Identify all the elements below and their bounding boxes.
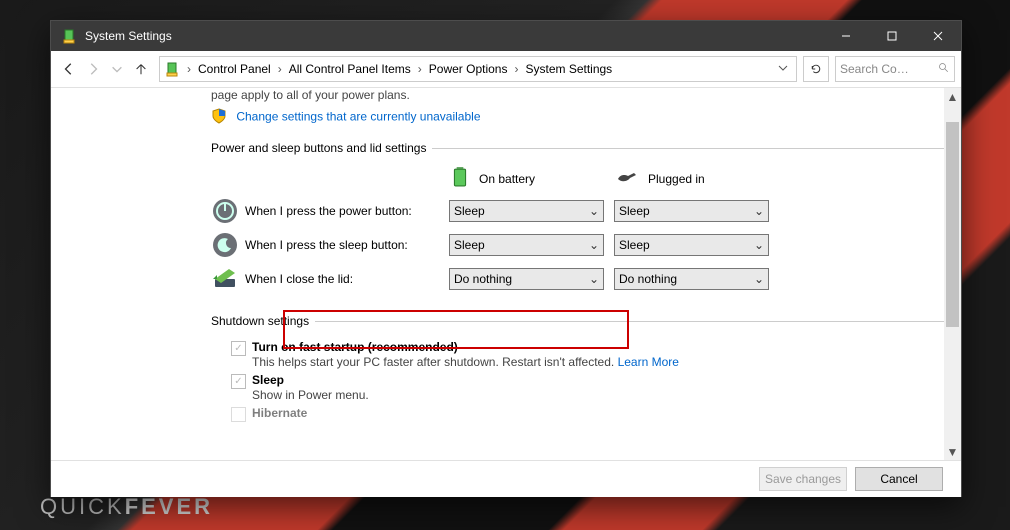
plugged-in-header: Plugged in — [616, 170, 781, 187]
dialog-footer: Save changes Cancel — [51, 460, 961, 497]
watermark-b: FEVER — [125, 494, 213, 519]
close-lid-plugged-select[interactable]: Do nothing⌄ — [614, 268, 769, 290]
content-area: page apply to all of your power plans. C… — [51, 88, 961, 460]
titlebar[interactable]: System Settings — [51, 21, 961, 51]
chevron-down-icon[interactable] — [778, 62, 792, 76]
plug-icon — [616, 170, 638, 187]
power-button-battery-select[interactable]: Sleep⌄ — [449, 200, 604, 222]
window: System Settings › Control Panel › All Co… — [50, 20, 962, 497]
breadcrumb-item[interactable]: Control Panel — [194, 58, 275, 80]
section-legend: Shutdown settings — [211, 314, 315, 328]
scroll-down-arrow-icon[interactable]: ▼ — [944, 443, 961, 460]
power-plan-icon — [164, 61, 180, 77]
fast-startup-desc: This helps start your PC faster after sh… — [252, 355, 618, 369]
power-button-plugged-select[interactable]: Sleep⌄ — [614, 200, 769, 222]
uac-link-row: Change settings that are currently unava… — [211, 108, 944, 127]
breadcrumb-item[interactable]: All Control Panel Items — [285, 58, 415, 80]
scroll-up-arrow-icon[interactable]: ▲ — [944, 88, 961, 105]
save-changes-button[interactable]: Save changes — [759, 467, 847, 491]
hibernate-checkbox[interactable] — [231, 407, 246, 422]
watermark: QUICKFEVER — [40, 494, 213, 520]
chevron-right-icon[interactable]: › — [184, 62, 194, 76]
truncated-text: page apply to all of your power plans. — [211, 88, 944, 102]
sleep-button-plugged-select[interactable]: Sleep⌄ — [614, 234, 769, 256]
sleep-checkbox[interactable]: ✓ — [231, 374, 246, 389]
cancel-button[interactable]: Cancel — [855, 467, 943, 491]
sleep-checkbox-row: ✓ Sleep Show in Power menu. — [231, 373, 944, 402]
chevron-right-icon[interactable]: › — [511, 62, 521, 76]
section-legend: Power and sleep buttons and lid settings — [211, 141, 432, 155]
on-battery-header: On battery — [451, 167, 616, 190]
chevron-down-icon: ⌄ — [589, 238, 599, 252]
search-icon — [938, 62, 950, 77]
change-unavailable-settings-link[interactable]: Change settings that are currently unava… — [236, 110, 480, 124]
close-lid-battery-select[interactable]: Do nothing⌄ — [449, 268, 604, 290]
chevron-down-icon: ⌄ — [754, 272, 764, 286]
fast-startup-title: Turn on fast startup (recommended) — [252, 340, 458, 354]
up-button[interactable] — [129, 57, 153, 81]
sleep-title: Sleep — [252, 373, 284, 387]
sleep-button-row: When I press the sleep button: Sleep⌄ Sl… — [211, 232, 944, 258]
watermark-a: QUICK — [40, 494, 125, 519]
scrollbar-thumb[interactable] — [946, 122, 959, 327]
forward-button[interactable] — [81, 57, 105, 81]
laptop-lid-icon — [211, 265, 239, 293]
fast-startup-checkbox[interactable]: ✓ — [231, 341, 246, 356]
shutdown-settings-section: Shutdown settings ✓ Turn on fast startup… — [211, 314, 944, 426]
close-button[interactable] — [915, 21, 961, 51]
search-input[interactable]: Search Co… — [835, 56, 955, 82]
chevron-down-icon: ⌄ — [589, 204, 599, 218]
power-button-icon — [211, 197, 239, 225]
history-chevron-down-icon[interactable] — [105, 57, 129, 81]
fast-startup-checkbox-row: ✓ Turn on fast startup (recommended) Thi… — [231, 340, 944, 369]
chevron-down-icon: ⌄ — [589, 272, 599, 286]
sleep-desc: Show in Power menu. — [252, 388, 369, 402]
vertical-scrollbar[interactable]: ▲ ▼ — [944, 88, 961, 460]
shield-icon — [211, 108, 227, 127]
sleep-button-battery-select[interactable]: Sleep⌄ — [449, 234, 604, 256]
power-buttons-section: Power and sleep buttons and lid settings… — [211, 141, 944, 300]
column-headers: On battery Plugged in — [451, 167, 944, 190]
checkbox-text: Sleep Show in Power menu. — [252, 373, 369, 402]
nav-toolbar: › Control Panel › All Control Panel Item… — [51, 51, 961, 88]
chevron-down-icon: ⌄ — [754, 238, 764, 252]
row-label: When I close the lid: — [245, 272, 449, 286]
search-placeholder: Search Co… — [840, 62, 909, 76]
close-lid-row: When I close the lid: Do nothing⌄ Do not… — [211, 266, 944, 292]
power-button-row: When I press the power button: Sleep⌄ Sl… — [211, 198, 944, 224]
back-button[interactable] — [57, 57, 81, 81]
window-buttons — [823, 21, 961, 51]
hibernate-title: Hibernate — [252, 406, 307, 420]
chevron-right-icon[interactable]: › — [415, 62, 425, 76]
plugged-in-label: Plugged in — [648, 172, 705, 186]
maximize-button[interactable] — [869, 21, 915, 51]
breadcrumb-item[interactable]: Power Options — [425, 58, 512, 80]
row-label: When I press the power button: — [245, 204, 449, 218]
sleep-button-icon — [211, 231, 239, 259]
checkbox-text: Hibernate — [252, 406, 307, 420]
desktop-background: QUICKFEVER System Settings › Control Pan… — [0, 0, 1010, 530]
address-bar[interactable]: › Control Panel › All Control Panel Item… — [159, 56, 797, 82]
breadcrumb-item[interactable]: System Settings — [521, 58, 616, 80]
chevron-right-icon[interactable]: › — [275, 62, 285, 76]
chevron-down-icon: ⌄ — [754, 204, 764, 218]
hibernate-checkbox-row: Hibernate — [231, 406, 944, 422]
on-battery-label: On battery — [479, 172, 535, 186]
learn-more-link[interactable]: Learn More — [618, 355, 679, 369]
minimize-button[interactable] — [823, 21, 869, 51]
row-label: When I press the sleep button: — [245, 238, 449, 252]
window-title: System Settings — [85, 29, 172, 43]
checkbox-text: Turn on fast startup (recommended) This … — [252, 340, 679, 369]
battery-icon — [451, 167, 469, 190]
power-plan-icon — [61, 28, 77, 44]
refresh-button[interactable] — [803, 56, 829, 82]
